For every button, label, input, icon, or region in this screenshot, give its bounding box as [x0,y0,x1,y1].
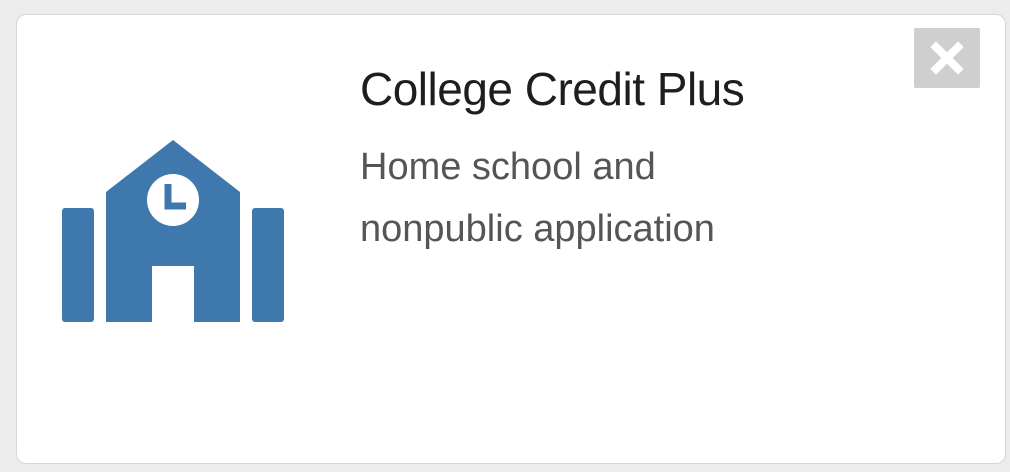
description-line: nonpublic application [360,208,715,250]
card-description: Home school and nonpublic application [360,136,880,260]
card-title: College Credit Plus [360,63,745,115]
close-icon [930,41,964,75]
school-building-icon [62,140,284,322]
close-button[interactable] [914,28,980,88]
description-line: Home school and [360,146,656,188]
